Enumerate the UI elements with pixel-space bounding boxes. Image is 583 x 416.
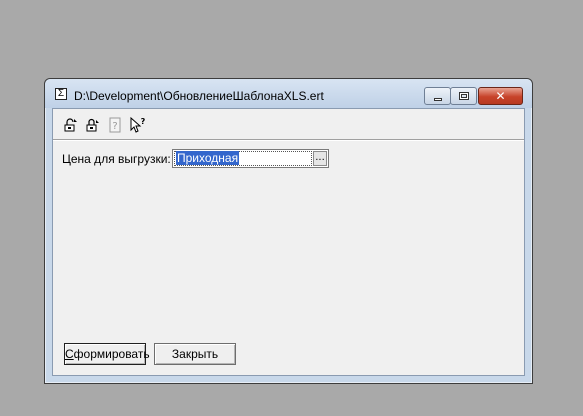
title-bar[interactable]: Σ D:\Development\ОбновлениеШаблонаXLS.er…	[45, 79, 532, 108]
lock-closed-icon	[86, 118, 99, 132]
svg-text:?: ?	[141, 117, 146, 126]
toolbar: ? ?	[53, 109, 524, 141]
toolbar-button-help[interactable]: ?	[106, 116, 124, 134]
minimize-icon	[434, 98, 442, 101]
close-icon: ✕	[495, 89, 506, 103]
price-value-selected: Приходная	[176, 151, 240, 165]
toolbar-button-whats-this[interactable]: ?	[129, 116, 147, 134]
price-select-button[interactable]: ...	[313, 151, 327, 166]
lock-open-icon	[64, 118, 77, 132]
price-field-label: Цена для выгрузки:	[62, 152, 171, 166]
close-window-button[interactable]: ✕	[478, 87, 523, 105]
maximize-button[interactable]	[450, 87, 477, 105]
sigma-app-icon: Σ	[55, 88, 67, 100]
minimize-button[interactable]	[424, 87, 451, 105]
form-client-area: ? ? Цена для выгрузки: Приходная ... Сфо…	[52, 108, 525, 376]
toolbar-button-unlock[interactable]	[62, 116, 80, 134]
price-input[interactable]: Приходная	[174, 151, 312, 166]
price-field[interactable]: Приходная ...	[172, 149, 329, 168]
svg-text:?: ?	[112, 121, 117, 132]
toolbar-button-lock[interactable]	[84, 116, 102, 134]
generate-button[interactable]: Сформировать	[64, 343, 150, 365]
generate-button-mnemonic: С	[65, 347, 74, 361]
window-title: D:\Development\ОбновлениеШаблонаXLS.ert	[74, 89, 324, 103]
close-button[interactable]: Закрыть	[154, 343, 236, 365]
help-document-icon: ?	[109, 117, 121, 133]
maximize-icon	[459, 92, 469, 100]
generate-button-label: формировать	[73, 347, 150, 361]
report-window: Σ D:\Development\ОбновлениеШаблонаXLS.er…	[44, 78, 533, 384]
whats-this-pointer-icon: ?	[130, 116, 146, 133]
